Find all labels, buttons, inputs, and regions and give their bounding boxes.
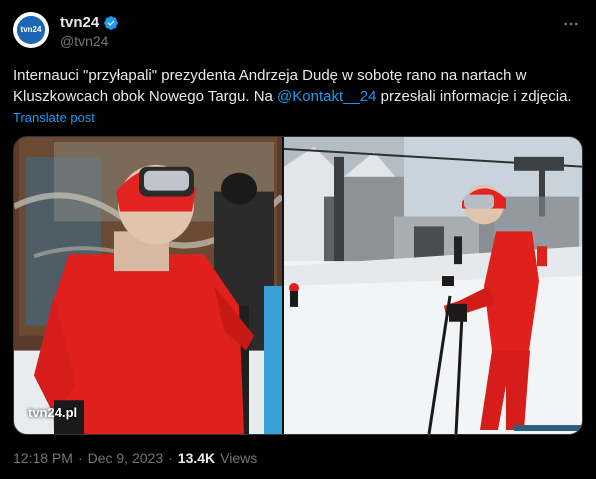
watermark: tvn24.pl (28, 405, 78, 420)
translate-post-link[interactable]: Translate post (13, 110, 95, 125)
tweet-meta: 12:18 PM · Dec 9, 2023 · 13.4K Views (13, 450, 257, 466)
display-name[interactable]: tvn24 (60, 14, 99, 31)
views-count[interactable]: 13.4K (178, 450, 215, 466)
svg-text:tvn24: tvn24 (21, 25, 42, 34)
more-options-button[interactable] (559, 14, 583, 34)
mention-link[interactable]: @Kontakt__24 (277, 88, 376, 105)
tweet-date[interactable]: Dec 9, 2023 (88, 450, 164, 466)
tweet-header: tvn24 tvn24 @tvn24 (13, 12, 583, 52)
meta-separator: · (77, 450, 83, 466)
user-handle[interactable]: @tvn24 (60, 33, 108, 49)
avatar[interactable]: tvn24 (13, 12, 49, 48)
more-dots-icon (564, 22, 578, 26)
verified-badge-icon (104, 15, 119, 30)
tweet-time[interactable]: 12:18 PM (13, 450, 73, 466)
views-label: Views (220, 450, 258, 466)
tvn24-logo: tvn24 (17, 16, 45, 44)
tweet-text-part: przesłali informacje i zdjęcia. (376, 88, 572, 105)
ski-slope-photo[interactable] (284, 137, 582, 434)
media-grid: tvn24.pl (13, 136, 583, 435)
tweet-text: Internauci "przyłapali" prezydenta Andrz… (13, 65, 588, 107)
skier-portrait-photo[interactable]: tvn24.pl (14, 137, 282, 434)
meta-separator: · (168, 450, 173, 466)
